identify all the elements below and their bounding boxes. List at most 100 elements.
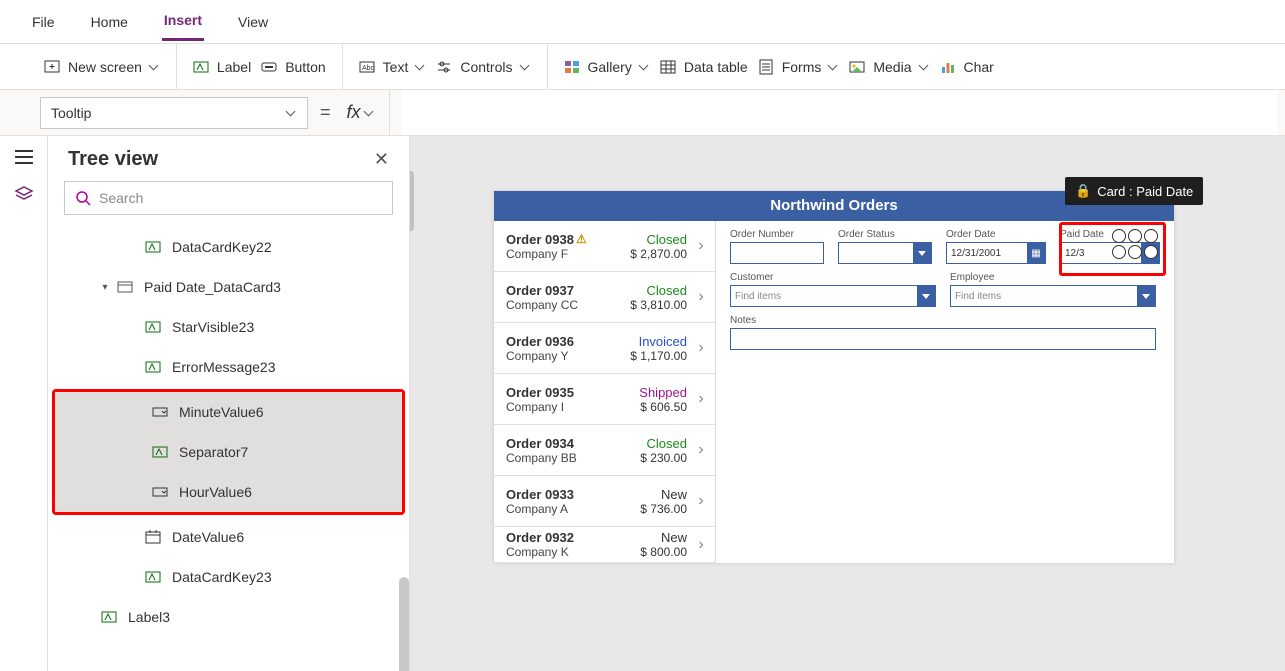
label-icon [144, 238, 162, 256]
chevron-down-icon [521, 64, 531, 70]
tree-item-minutevalue6[interactable]: MinuteValue6 [55, 392, 402, 432]
tree-view-title: Tree view [68, 148, 158, 171]
search-icon [75, 190, 91, 206]
input-order-number[interactable] [730, 242, 824, 264]
dropdown-arrow-icon [1137, 286, 1155, 306]
label-button[interactable]: Label [193, 59, 251, 75]
chevron-right-icon: › [693, 238, 709, 254]
controls-button[interactable]: Controls [436, 59, 530, 75]
chevron-right-icon: › [693, 442, 709, 458]
tree-item-datacardkey23[interactable]: DataCardKey23 [48, 557, 409, 597]
label-icon [144, 358, 162, 376]
formula-input[interactable] [402, 90, 1277, 135]
datepicker-icon [144, 528, 162, 546]
chevron-down-icon [920, 64, 930, 70]
media-button[interactable]: Media [849, 59, 929, 75]
forms-icon [758, 59, 774, 75]
controls-icon [436, 59, 452, 75]
fx-button[interactable]: fx [343, 90, 390, 135]
svg-text:Abc: Abc [362, 65, 375, 72]
menu-file[interactable]: File [30, 4, 57, 40]
label-icon [100, 608, 118, 626]
chevron-right-icon: › [693, 391, 709, 407]
forms-button[interactable]: Forms [758, 59, 840, 75]
input-customer[interactable]: Find items [730, 285, 936, 307]
selection-tooltip: 🔒 Card : Paid Date [1065, 177, 1203, 205]
close-icon[interactable]: ✕ [374, 149, 389, 170]
charts-icon [940, 59, 956, 75]
card-icon [116, 278, 134, 296]
order-row[interactable]: Order 0934Company BBClosed$ 230.00› [494, 425, 715, 476]
hamburger-icon[interactable] [15, 150, 33, 164]
tree-item-label3[interactable]: Label3 [48, 597, 409, 637]
tree-item-errormessage23[interactable]: ErrorMessage23 [48, 347, 409, 387]
calendar-icon: ▦ [1027, 243, 1045, 263]
tree-view-rail-icon[interactable] [14, 184, 34, 204]
input-order-date[interactable]: 12/31/2001▦ [946, 242, 1046, 264]
order-row[interactable]: Order 0932Company KNew$ 800.00› [494, 527, 715, 563]
dropdown-arrow-icon [913, 243, 931, 263]
chevron-down-icon [365, 110, 375, 116]
tree-item-paid-date-datacard[interactable]: ▾ Paid Date_DataCard3 [48, 267, 409, 307]
new-screen-button[interactable]: New screen [44, 59, 160, 75]
text-icon: Abc [359, 59, 375, 75]
selection-handles[interactable] [1112, 229, 1170, 257]
media-icon [849, 59, 865, 75]
button-button[interactable]: Button [261, 59, 325, 75]
chevron-down-icon [150, 64, 160, 70]
chevron-down-icon [829, 64, 839, 70]
chevron-right-icon: › [693, 289, 709, 305]
input-notes[interactable] [730, 328, 1156, 350]
gallery-button[interactable]: Gallery [564, 59, 650, 75]
scrollbar-thumb[interactable] [399, 577, 409, 671]
label-order-number: Order Number [730, 229, 824, 240]
tree-item-datacardkey22[interactable]: DataCardKey22 [48, 227, 409, 267]
chevron-right-icon: › [693, 537, 709, 553]
chevron-down-icon [416, 64, 426, 70]
order-row[interactable]: Order 0935Company IShipped$ 606.50› [494, 374, 715, 425]
order-row[interactable]: Order 0936Company YInvoiced$ 1,170.00› [494, 323, 715, 374]
order-row[interactable]: Order 0933Company ANew$ 736.00› [494, 476, 715, 527]
dropdown-icon [151, 403, 169, 421]
tree-item-separator7[interactable]: Separator7 [55, 432, 402, 472]
gallery-icon [564, 59, 580, 75]
chevron-right-icon: › [693, 340, 709, 356]
chevron-right-icon: › [693, 493, 709, 509]
label-customer: Customer [730, 272, 936, 283]
menu-view[interactable]: View [236, 4, 270, 40]
label-icon [144, 318, 162, 336]
chevron-down-icon [640, 64, 650, 70]
order-row[interactable]: Order 0938⚠Company FClosed$ 2,870.00› [494, 221, 715, 272]
menu-insert[interactable]: Insert [162, 2, 204, 41]
label-order-date: Order Date [946, 229, 1046, 240]
dropdown-icon [151, 483, 169, 501]
dropdown-arrow-icon [917, 286, 935, 306]
label-order-status: Order Status [838, 229, 932, 240]
label-icon [193, 59, 209, 75]
caret-down-icon[interactable]: ▾ [100, 282, 110, 293]
button-icon [261, 59, 277, 75]
data-table-icon [660, 59, 676, 75]
warning-icon: ⚠ [576, 232, 587, 246]
data-table-button[interactable]: Data table [660, 59, 748, 75]
input-order-status[interactable] [838, 242, 932, 264]
label-icon [151, 443, 169, 461]
tree-item-datevalue6[interactable]: DateValue6 [48, 517, 409, 557]
lock-icon: 🔒 [1075, 183, 1091, 199]
tree-search-input[interactable]: Search [64, 181, 393, 215]
label-icon [144, 568, 162, 586]
order-gallery[interactable]: Order 0938⚠Company FClosed$ 2,870.00›Ord… [494, 221, 716, 563]
equals-sign: = [320, 102, 331, 123]
text-button[interactable]: Abc Text [359, 59, 427, 75]
new-screen-icon [44, 59, 60, 75]
property-dropdown[interactable]: Tooltip [40, 97, 308, 129]
tree-item-starvisible23[interactable]: StarVisible23 [48, 307, 409, 347]
tree-item-hourvalue6[interactable]: HourValue6 [55, 472, 402, 512]
canvas-scrollbar[interactable] [410, 171, 414, 231]
charts-button[interactable]: Char [940, 59, 994, 75]
order-row[interactable]: Order 0937Company CCClosed$ 3,810.00› [494, 272, 715, 323]
menu-home[interactable]: Home [89, 4, 130, 40]
label-notes: Notes [730, 315, 1160, 326]
input-employee[interactable]: Find items [950, 285, 1156, 307]
chevron-down-icon [287, 110, 297, 116]
